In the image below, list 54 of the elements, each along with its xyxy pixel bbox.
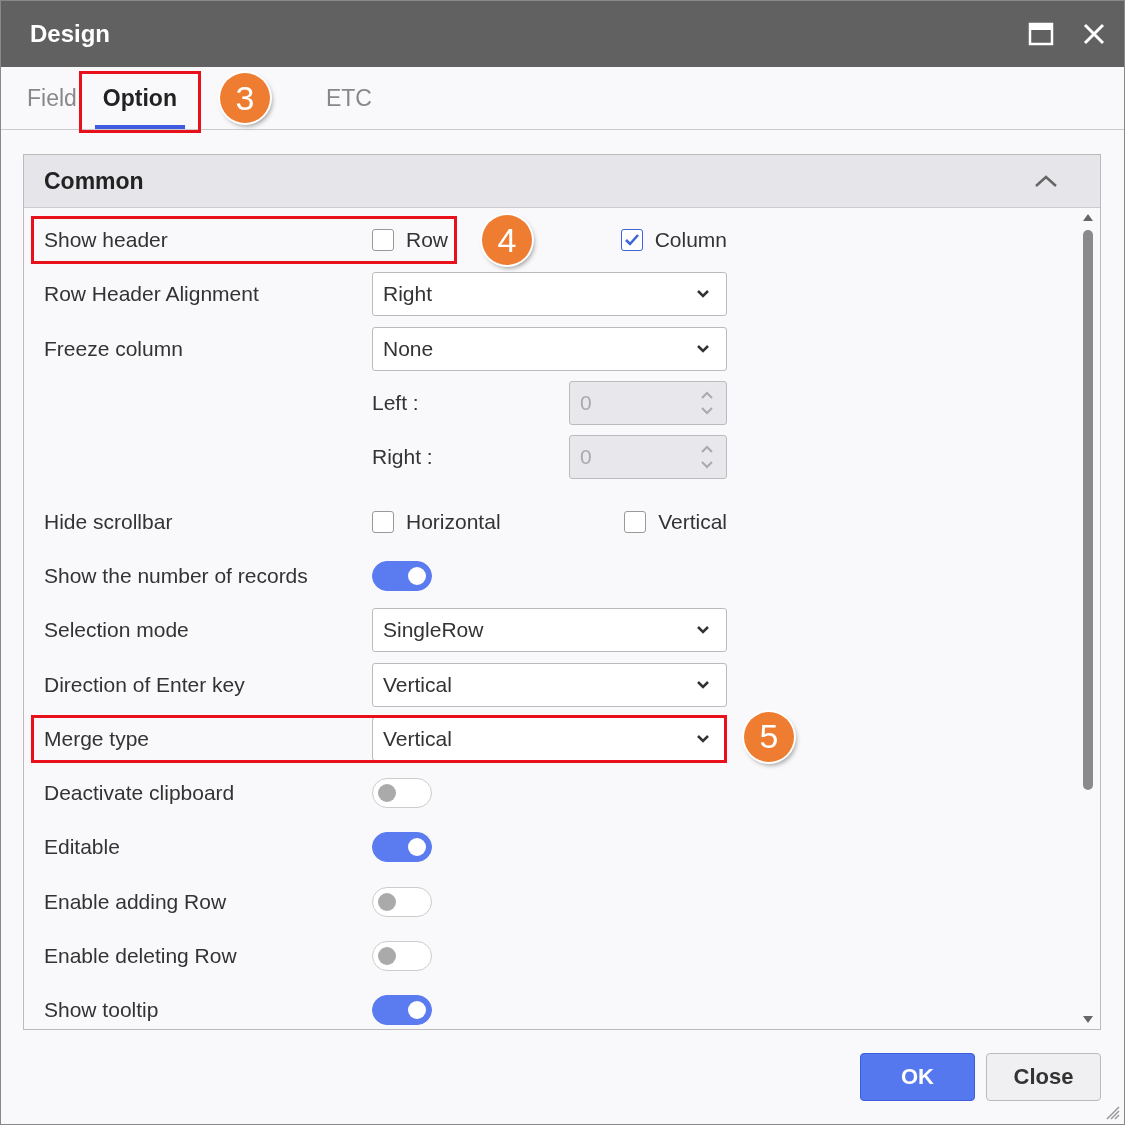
checkbox[interactable]: Horizontal (372, 509, 501, 534)
step-badge: 4 (482, 215, 532, 265)
checkbox[interactable]: Row (372, 228, 448, 253)
ok-button[interactable]: OK (860, 1053, 975, 1101)
field-label: Enable deleting Row (44, 944, 238, 968)
caret-icon (696, 733, 710, 744)
tab[interactable]: Option (94, 71, 185, 129)
chevron-icon[interactable] (1034, 174, 1058, 188)
window-title: Design (30, 20, 111, 48)
checkbox[interactable]: Vertical (624, 509, 727, 534)
checkbox-box[interactable] (620, 229, 643, 252)
field-label: Deactivate clipboard (44, 781, 236, 806)
close-button[interactable]: Close (986, 1053, 1101, 1101)
close-icon[interactable] (1082, 22, 1106, 46)
toggle-switch[interactable] (372, 778, 432, 809)
resize-grip-icon[interactable] (1106, 1106, 1120, 1120)
checkbox-box[interactable] (372, 229, 394, 252)
section-header[interactable]: Common (24, 155, 1100, 208)
step-badge: 3 (219, 73, 270, 123)
field-label: Show header (44, 228, 169, 253)
dropdown[interactable]: Vertical (372, 716, 727, 761)
field-label: Row Header Alignment (44, 282, 260, 307)
checkbox-box[interactable] (372, 510, 394, 533)
field-label: Enable adding Row (44, 889, 228, 914)
caret-icon (696, 289, 710, 300)
checkbox[interactable]: Column (620, 228, 727, 253)
toggle-switch[interactable] (372, 886, 432, 917)
toggle-switch[interactable] (372, 995, 432, 1026)
maximize-icon[interactable] (1028, 22, 1054, 46)
field-label: Editable (44, 835, 121, 860)
caret-icon (696, 625, 710, 636)
field-label: Show the number of records (44, 563, 309, 588)
field-label: Selection mode (44, 618, 190, 643)
field-label: Right : (372, 445, 433, 470)
field-label: Left : (372, 391, 419, 416)
toggle-switch[interactable] (372, 832, 432, 863)
dropdown[interactable]: Vertical (372, 662, 727, 707)
toggle-switch[interactable] (372, 941, 432, 971)
field-label: Direction of Enter key (44, 672, 246, 697)
scroll-down-icon[interactable] (1082, 1015, 1094, 1025)
dropdown[interactable]: SingleRow (372, 608, 727, 653)
caret-icon (696, 679, 710, 690)
field-label: Freeze column (44, 336, 184, 361)
dropdown[interactable]: None (372, 326, 727, 371)
caret-icon (696, 343, 710, 354)
scroll-up-icon[interactable] (1082, 212, 1094, 222)
checkbox-box[interactable] (624, 510, 647, 533)
toggle-switch[interactable] (372, 560, 432, 591)
step-badge: 5 (744, 711, 794, 762)
field-label: Hide scrollbar (44, 509, 174, 534)
field-label: Show tooltip (44, 998, 160, 1023)
section-title: Common (44, 167, 144, 195)
field-label: Merge type (44, 726, 151, 751)
dropdown[interactable]: Right (372, 272, 727, 317)
